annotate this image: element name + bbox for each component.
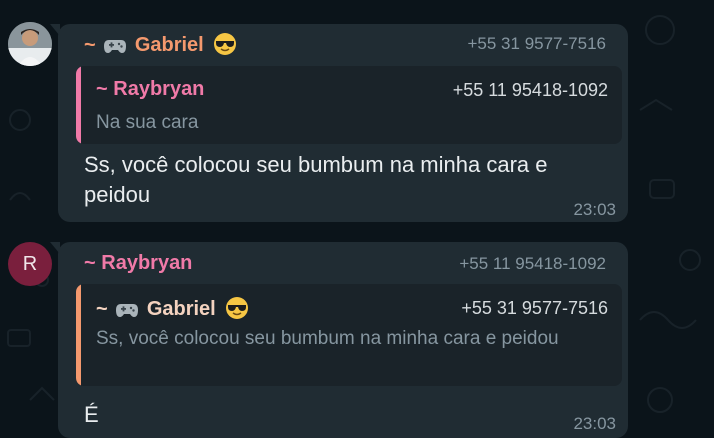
- sender-name: Gabriel: [134, 34, 204, 56]
- quoted-phone: +55 11 95418-1092: [452, 80, 608, 100]
- quoted-sender-prefix: ~: [96, 298, 108, 320]
- quoted-sender: ~ Gabriel: [96, 296, 249, 321]
- sender-avatar-letter[interactable]: R: [8, 242, 52, 286]
- quoted-sender-name: Raybryan: [113, 78, 205, 100]
- sender-phone: +55 31 9577-7516: [467, 34, 607, 53]
- sunglasses-emoji-icon: [226, 297, 249, 319]
- message-text: Ss, você colocou seu bumbum na minha car…: [84, 152, 548, 207]
- sender-avatar-photo[interactable]: [8, 22, 52, 66]
- message-time: 23:03: [573, 200, 616, 219]
- quoted-sender-prefix: ~: [96, 78, 108, 100]
- quoted-sender: ~ Raybryan: [96, 78, 204, 101]
- quoted-message[interactable]: ~ Gabriel +55 31 9577-7516 Ss, você colo…: [76, 284, 622, 386]
- quoted-phone: +55 31 9577-7516: [461, 298, 608, 318]
- sender-prefix: ~: [84, 34, 96, 56]
- quote-accent-bar: [76, 284, 81, 386]
- quoted-text: Ss, você colocou seu bumbum na minha car…: [96, 328, 559, 349]
- sender-prefix: ~: [84, 252, 96, 274]
- message-bubble[interactable]: ~ Raybryan +55 11 95418-1092 ~ Gabriel +…: [58, 242, 628, 438]
- quote-accent-bar: [76, 66, 81, 144]
- gamepad-icon: [116, 304, 139, 317]
- quoted-message[interactable]: ~ Raybryan +55 11 95418-1092 Na sua cara: [76, 66, 622, 144]
- sender-name: Raybryan: [101, 252, 193, 274]
- message-sender[interactable]: ~ Raybryan: [84, 252, 192, 275]
- sunglasses-emoji-icon: [214, 33, 237, 55]
- sender-phone: +55 11 95418-1092: [459, 254, 606, 273]
- message-text: É: [84, 402, 99, 427]
- message-time: 23:03: [573, 414, 616, 433]
- avatar-photo-image: [8, 22, 52, 66]
- avatar-letter: R: [22, 253, 38, 275]
- message-sender[interactable]: ~ Gabriel: [84, 32, 237, 57]
- message-bubble[interactable]: ~ Gabriel +55 31 9577-7516 ~ Raybryan +5…: [58, 24, 628, 222]
- gamepad-icon: [104, 40, 127, 53]
- quoted-text: Na sua cara: [96, 112, 199, 133]
- quoted-sender-name: Gabriel: [146, 298, 216, 320]
